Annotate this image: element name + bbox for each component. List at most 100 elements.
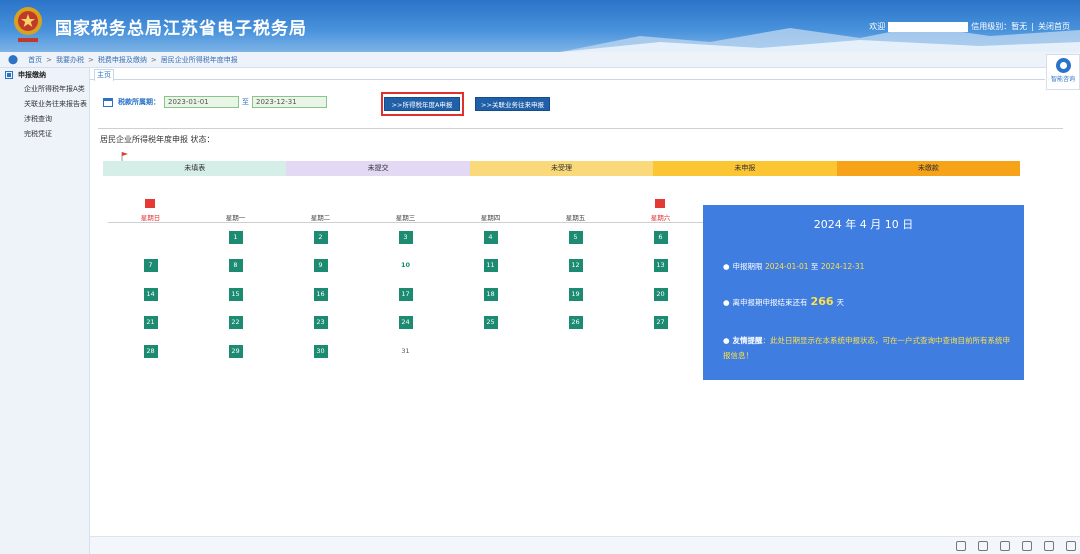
calendar-day[interactable]: 3	[398, 230, 413, 244]
breadcrumb-declare[interactable]: 税费申报及缴纳	[98, 55, 147, 65]
calendar-day[interactable]: 17	[398, 287, 413, 301]
status-stage: 未受理	[469, 161, 654, 176]
calendar-cell: 25	[448, 316, 533, 330]
calendar-day[interactable]: 2	[313, 230, 328, 244]
annual-a-declare-button[interactable]: >>所得税年度A申报	[384, 97, 460, 111]
chevron-right-icon: >	[150, 55, 157, 64]
tip-label: 友情提醒	[732, 336, 763, 345]
calendar-cell: 9	[278, 259, 363, 273]
calendar-cell: 5	[533, 230, 618, 244]
calendar-day[interactable]: 20	[653, 287, 668, 301]
calendar-day[interactable]: 27	[653, 316, 668, 330]
separator: |	[1031, 22, 1034, 31]
related-declare-button[interactable]: >>关联业务往来申报	[475, 97, 550, 111]
calendar-day[interactable]: 16	[313, 287, 328, 301]
calendar-day[interactable]: 31	[399, 345, 413, 358]
calendar-day[interactable]: 12	[568, 259, 583, 273]
remain-prefix: 离申报期申报结束还有	[732, 298, 808, 307]
calendar-day[interactable]: 8	[228, 259, 243, 273]
sidebar-item-annual-a[interactable]: 企业所得税年报A类	[0, 82, 89, 97]
calendar-day[interactable]: 14	[143, 287, 158, 301]
breadcrumb: ⬤ 首页 > 我要办税 > 税费申报及缴纳 > 居民企业所得税年度申报	[0, 52, 1080, 68]
calendar-day[interactable]: 4	[483, 230, 498, 244]
calendar-day[interactable]: 6	[653, 230, 668, 244]
weekday-text: 星期日	[140, 214, 161, 222]
fullscreen-icon[interactable]	[1066, 541, 1076, 551]
tool-icon[interactable]	[956, 541, 966, 551]
period-start-input[interactable]: 2023-01-01	[164, 96, 239, 108]
sidebar-item-certificate[interactable]: 完税凭证	[0, 127, 89, 142]
status-stage: 未填表	[103, 161, 287, 176]
sidebar-heading[interactable]: 申报缴纳	[0, 68, 89, 82]
weekday-label: 星期二	[278, 204, 363, 222]
trash-icon[interactable]	[1000, 541, 1010, 551]
tab-home[interactable]: 主页	[94, 69, 114, 81]
tax-emblem-icon	[14, 7, 42, 42]
tip-line: ● 友情提醒：此处日期显示在本系统申报状态，可在一户式查询中查询目前所有系统申报信…	[723, 333, 1013, 363]
divider	[98, 128, 1063, 129]
calendar-body: 1 2 3 4 5 6 7 8 9 10 11 12 13 14 15 16 17 18 19 20 21 22 23 24 2…	[108, 223, 703, 366]
weekday-text: 星期一	[225, 214, 246, 222]
status-progress-bar: 未填表 未提交 未受理 未申报 未缴款	[103, 161, 1021, 176]
calendar-day[interactable]: 25	[483, 316, 498, 330]
bullet-icon: ●	[723, 262, 730, 271]
calendar-day[interactable]: 13	[653, 259, 668, 273]
calendar-day[interactable]: 18	[483, 287, 498, 301]
calendar-cell: 1	[193, 230, 278, 244]
weekday-label: 星期五	[533, 204, 618, 222]
calendar-day[interactable]: 15	[228, 287, 243, 301]
calendar-day[interactable]: 21	[143, 316, 158, 330]
calendar-day[interactable]: 7	[143, 259, 158, 273]
tax-period-row: 税款所属期： 2023-01-01 至 2023-12-31	[103, 96, 327, 108]
remaining-days-line: ● 离申报期申报结束还有 266 天	[723, 295, 844, 308]
weekday-text: 星期五	[565, 214, 586, 222]
status-stage: 未提交	[286, 161, 470, 176]
calendar-day[interactable]: 9	[313, 259, 328, 273]
weekday-text: 星期三	[395, 214, 416, 222]
credit-level: 信用级别：暂无	[971, 22, 1028, 31]
sidebar-item-query[interactable]: 涉税查询	[0, 112, 89, 127]
period-end-input[interactable]: 2023-12-31	[252, 96, 327, 108]
remain-days: 266	[810, 295, 834, 308]
breadcrumb-home[interactable]: 首页	[28, 55, 42, 65]
calendar-cell: 28	[108, 344, 193, 358]
calendar-cell: 11	[448, 259, 533, 273]
status-title: 居民企业所得税年度申报 状态：	[100, 135, 215, 144]
smart-help-button[interactable]: 智能咨询	[1046, 54, 1080, 90]
window-icon[interactable]	[978, 541, 988, 551]
redacted-username	[888, 21, 969, 32]
calendar-week-row: 14 15 16 17 18 19 20	[108, 280, 703, 309]
calendar-cell: 19	[533, 287, 618, 301]
close-home-link[interactable]: 关闭首页	[1038, 22, 1070, 31]
calendar-day[interactable]: 28	[143, 344, 158, 358]
calendar-day[interactable]: 19	[568, 287, 583, 301]
calendar-cell: 30	[278, 344, 363, 358]
calendar-day[interactable]: 22	[228, 316, 243, 330]
period-label-text: 申报期限	[732, 262, 763, 271]
calendar-day[interactable]: 24	[398, 316, 413, 330]
weekday-text: 星期六	[650, 214, 671, 222]
tab-strip: 主页	[90, 68, 1045, 81]
welcome-text: 欢迎	[869, 22, 886, 31]
calendar-day[interactable]: 23	[313, 316, 328, 330]
weekday-label: 星期六	[618, 199, 703, 222]
calendar-cell: 7	[108, 259, 193, 273]
volume-icon[interactable]	[1044, 541, 1054, 551]
calendar-day[interactable]: 11	[483, 259, 498, 273]
weekday-text: 星期二	[310, 214, 331, 222]
clock-icon[interactable]	[1022, 541, 1032, 551]
calendar-day[interactable]: 26	[568, 316, 583, 330]
tip-text: ：此处日期显示在本系统申报状态，可在一户式查询中查询目前所有系统申报信息！	[723, 336, 1011, 360]
weekday-label: 星期三	[363, 204, 448, 222]
calendar-day[interactable]: 29	[228, 344, 243, 358]
bottom-toolbar	[90, 536, 1080, 554]
calendar-week-row: 21 22 23 24 25 26 27	[108, 309, 703, 338]
calendar-week-row: 7 8 9 10 11 12 13	[108, 252, 703, 281]
breadcrumb-tax[interactable]: 我要办税	[56, 55, 84, 65]
calendar-day[interactable]: 30	[313, 344, 328, 358]
sidebar-item-related[interactable]: 关联业务往来报告表	[0, 97, 89, 112]
calendar-day[interactable]: 10	[399, 259, 413, 272]
calendar-day[interactable]: 1	[228, 230, 243, 244]
status-stage: 未申报	[653, 161, 837, 176]
calendar-day[interactable]: 5	[568, 230, 583, 244]
